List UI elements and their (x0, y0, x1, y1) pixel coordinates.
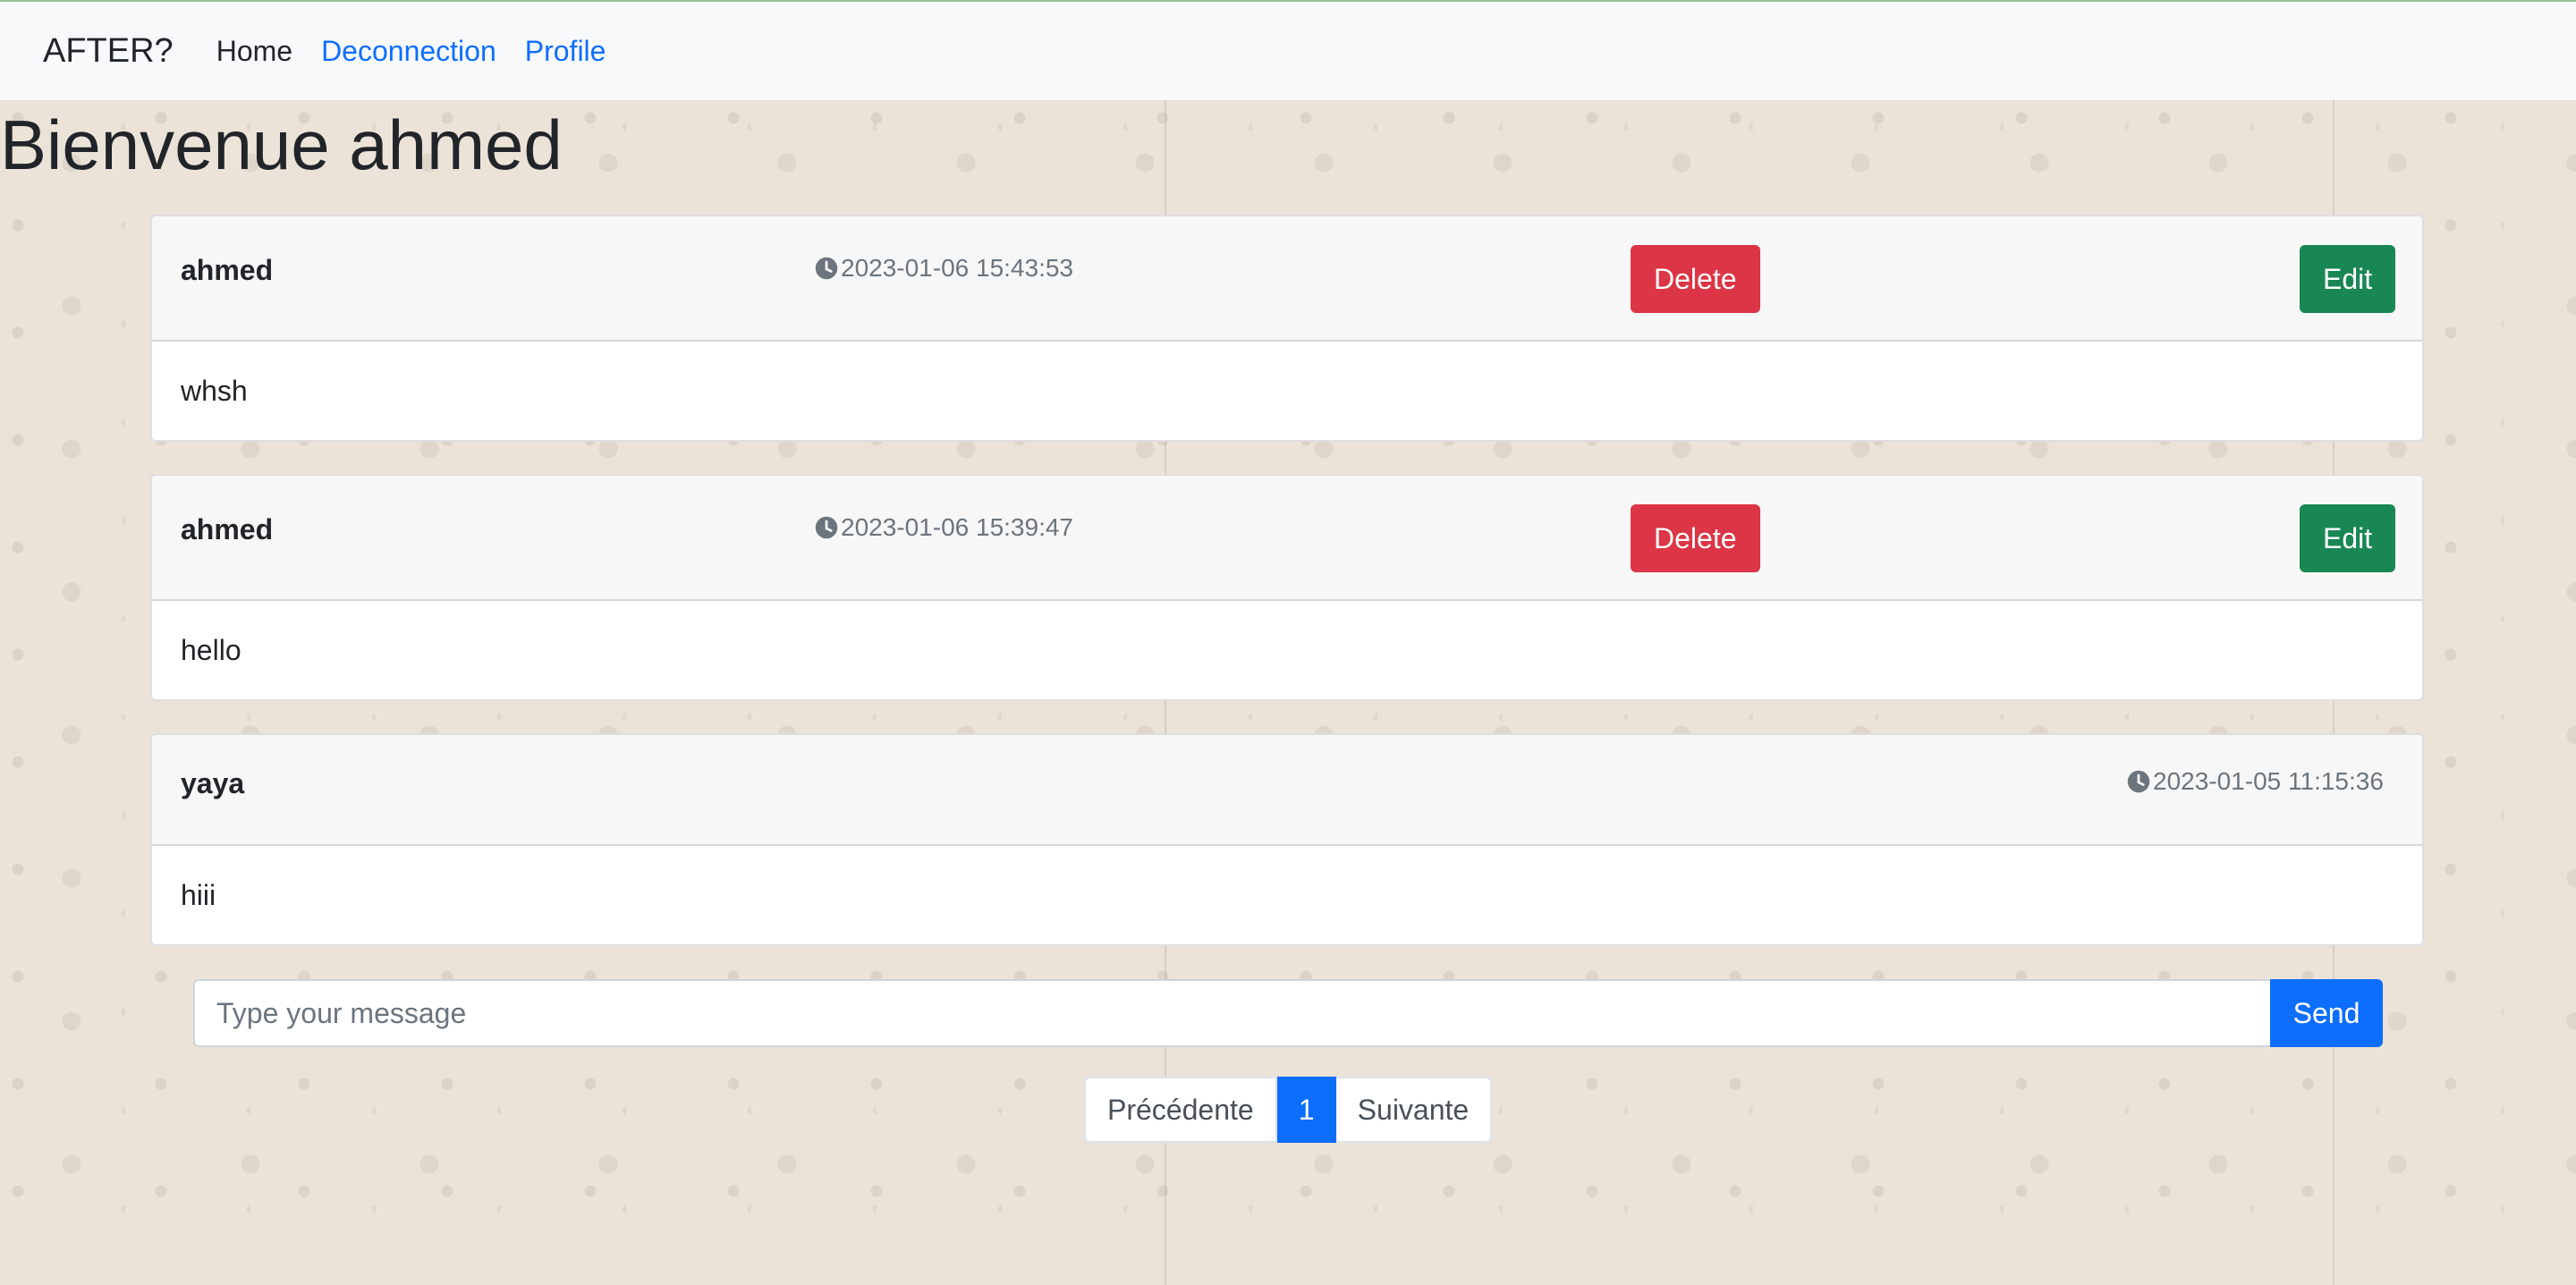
timestamp-text: 2023-01-05 11:15:36 (2153, 767, 2384, 795)
pagination-page-1[interactable]: 1 (1276, 1077, 1336, 1143)
message-author: ahmed (181, 513, 274, 545)
nav-home-link[interactable]: Home (216, 35, 292, 68)
message-header: ahmed 2023-01-06 15:43:53 Delete Edit (152, 216, 2422, 342)
message-body: hello (181, 633, 242, 666)
page-title: Bienvenue ahmed (0, 106, 563, 184)
brand-logo[interactable]: AFTER? (43, 32, 174, 71)
message-author: yaya (181, 767, 245, 799)
top-navbar: AFTER? Home Deconnection Profile (0, 0, 2576, 100)
delete-button[interactable]: Delete (1631, 245, 1760, 313)
pagination-next[interactable]: Suivante (1335, 1077, 1493, 1143)
message-input[interactable] (193, 979, 2270, 1047)
message-body: hiii (181, 878, 216, 911)
timestamp-text: 2023-01-06 15:39:47 (841, 513, 1073, 541)
message-card: ahmed 2023-01-06 15:39:47 Delete Edit he… (150, 474, 2424, 701)
message-composer: Send (193, 979, 2383, 1047)
clock-icon (815, 257, 838, 280)
message-body: whsh (181, 374, 248, 407)
delete-button[interactable]: Delete (1631, 504, 1760, 572)
send-button[interactable]: Send (2270, 979, 2383, 1047)
message-timestamp: 2023-01-05 11:15:36 (2126, 767, 2384, 796)
timestamp-text: 2023-01-06 15:43:53 (841, 254, 1073, 282)
message-timestamp: 2023-01-06 15:39:47 (814, 513, 1073, 542)
edit-button[interactable]: Edit (2300, 504, 2396, 572)
pagination: Précédente 1 Suivante (1084, 1077, 1493, 1143)
clock-icon (815, 516, 838, 539)
nav-profile-link[interactable]: Profile (525, 35, 606, 68)
nav-deconnection-link[interactable]: Deconnection (321, 35, 496, 68)
pagination-previous[interactable]: Précédente (1084, 1077, 1277, 1143)
message-card: ahmed 2023-01-06 15:43:53 Delete Edit wh… (150, 215, 2424, 442)
message-card: yaya 2023-01-05 11:15:36 hiii (150, 733, 2424, 946)
edit-button[interactable]: Edit (2300, 245, 2396, 313)
message-timestamp: 2023-01-06 15:43:53 (814, 254, 1073, 283)
message-header: ahmed 2023-01-06 15:39:47 Delete Edit (152, 476, 2422, 601)
message-header: yaya 2023-01-05 11:15:36 (152, 735, 2422, 846)
clock-icon (2127, 770, 2150, 793)
message-author: ahmed (181, 254, 274, 286)
